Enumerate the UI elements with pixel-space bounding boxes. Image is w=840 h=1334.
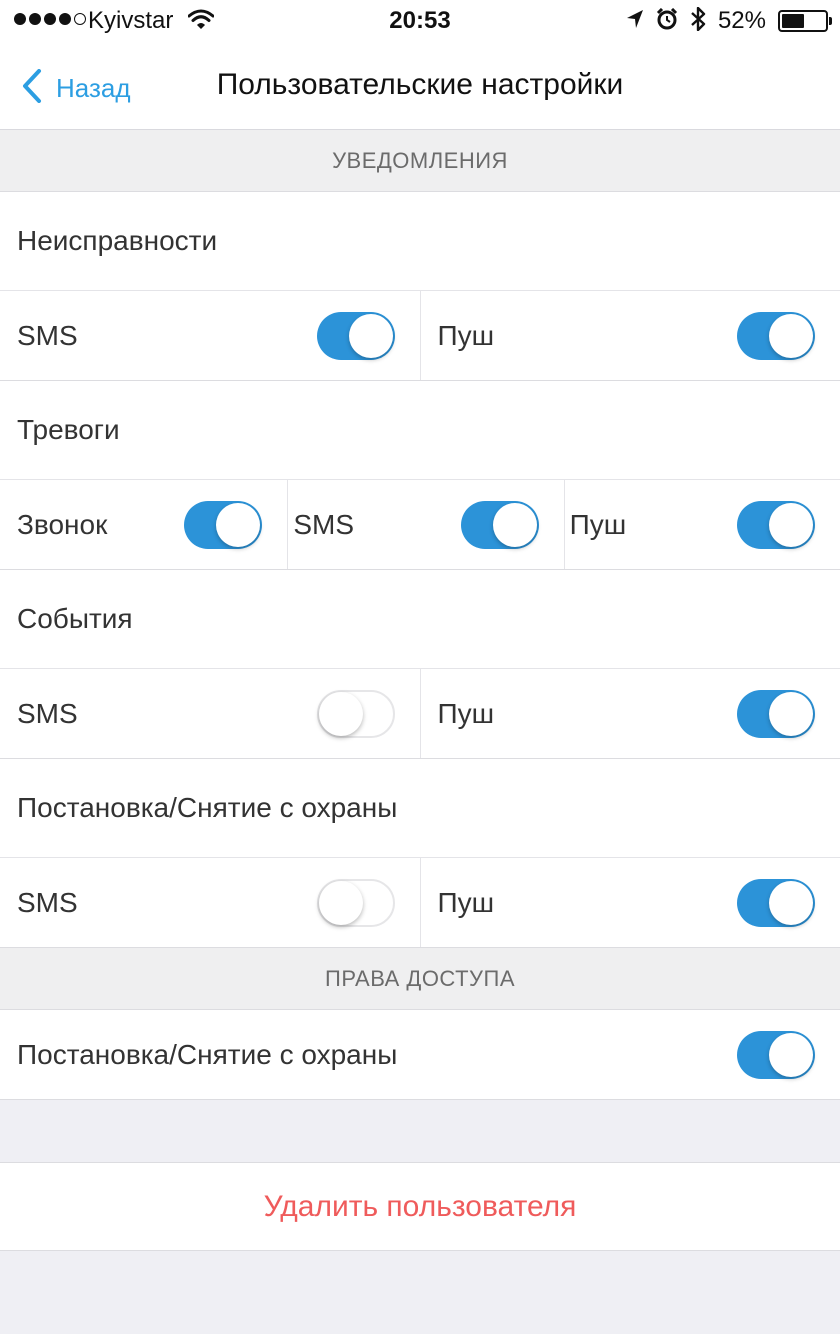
faults-push-cell: Пуш (421, 291, 840, 380)
section-header-notifications: УВЕДОМЛЕНИЯ (0, 130, 840, 192)
section-spacer (0, 1100, 840, 1163)
alarms-push-toggle[interactable] (736, 500, 815, 549)
alarm-icon (656, 7, 678, 35)
faults-push-toggle[interactable] (737, 311, 815, 360)
arming-push-toggle[interactable] (737, 878, 815, 927)
alarms-sms-label: SMS (293, 508, 355, 540)
access-arming-label: Постановка/Снятие с охраны (17, 1038, 398, 1070)
events-push-cell: Пуш (421, 669, 840, 758)
bluetooth-icon (690, 6, 706, 36)
group-title-faults: Неисправности (0, 192, 840, 291)
navigation-bar: Назад Пользовательские настройки (0, 42, 840, 130)
location-arrow-icon (626, 9, 644, 34)
alarms-push-label: Пуш (569, 508, 627, 540)
events-sms-cell: SMS (0, 669, 421, 758)
battery-percent: 52% (717, 7, 766, 34)
chevron-left-icon (22, 68, 42, 108)
back-button[interactable]: Назад (22, 68, 131, 108)
alarms-sms-cell: SMS (288, 480, 565, 569)
arming-sms-label: SMS (17, 886, 78, 918)
group-title-arming: Постановка/Снятие с охраны (0, 759, 840, 858)
events-sms-toggle[interactable] (316, 689, 395, 738)
access-arming-row: Постановка/Снятие с охраны (0, 1010, 840, 1100)
alarms-push-cell: Пуш (565, 480, 840, 569)
arming-sms-toggle[interactable] (316, 878, 395, 927)
group-title-alarms: Тревоги (0, 381, 840, 480)
arming-push-cell: Пуш (421, 858, 840, 947)
arming-options-row: SMS Пуш (0, 858, 840, 948)
events-options-row: SMS Пуш (0, 669, 840, 759)
faults-push-label: Пуш (437, 319, 495, 351)
events-sms-label: SMS (17, 697, 78, 729)
events-push-label: Пуш (437, 697, 495, 729)
battery-icon (778, 10, 832, 32)
settings-list: УВЕДОМЛЕНИЯ Неисправности SMS Пуш Тревог… (0, 130, 840, 1251)
status-bar: Kyivstar 20:53 52% (0, 0, 840, 42)
arming-push-label: Пуш (437, 886, 495, 918)
faults-sms-cell: SMS (0, 291, 421, 380)
alarms-call-label: Звонок (17, 508, 108, 540)
arming-sms-cell: SMS (0, 858, 421, 947)
alarms-call-cell: Звонок (0, 480, 289, 569)
group-title-events: События (0, 570, 840, 669)
faults-options-row: SMS Пуш (0, 291, 840, 381)
delete-user-button[interactable]: Удалить пользователя (0, 1163, 840, 1251)
faults-sms-toggle[interactable] (316, 311, 395, 360)
alarms-options-row: Звонок SMS Пуш (0, 480, 840, 570)
alarms-call-toggle[interactable] (184, 500, 263, 549)
events-push-toggle[interactable] (737, 689, 815, 738)
access-arming-toggle[interactable] (737, 1030, 815, 1079)
alarms-sms-toggle[interactable] (460, 500, 539, 549)
back-label: Назад (56, 72, 131, 103)
faults-sms-label: SMS (17, 319, 78, 351)
section-header-access: ПРАВА ДОСТУПА (0, 948, 840, 1010)
